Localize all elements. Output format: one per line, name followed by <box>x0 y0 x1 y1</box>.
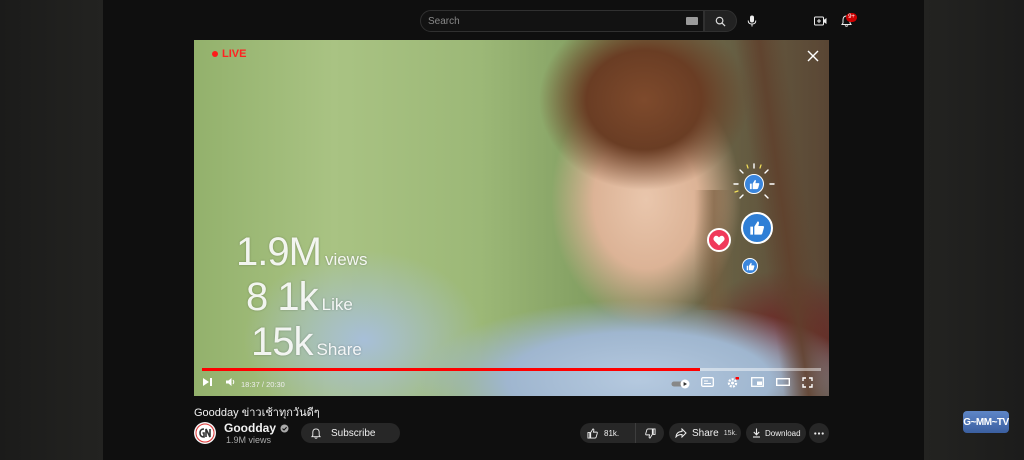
close-button[interactable] <box>805 48 821 64</box>
subscribe-button[interactable]: Subscribe <box>301 423 400 443</box>
theater-mode-icon <box>776 378 790 386</box>
shares-label: Share <box>316 340 362 359</box>
search-icon <box>715 16 726 27</box>
player-controls: 18:37 / 20:30 <box>194 374 829 396</box>
volume-icon <box>226 378 235 386</box>
channel-logo-icon <box>195 423 215 443</box>
views-stat: 1.9M views <box>236 230 367 275</box>
create-video-icon <box>813 16 826 26</box>
gmm-tv-logo: G~MM~TV <box>963 411 1009 433</box>
miniplayer-icon <box>751 377 764 387</box>
more-horizontal-icon <box>814 431 824 435</box>
thumbs-down-icon <box>644 427 656 439</box>
search-input[interactable] <box>428 13 678 29</box>
like-button[interactable]: 81k. <box>580 423 636 443</box>
search-button[interactable] <box>704 10 737 32</box>
share-button[interactable]: Share 15k. <box>669 423 741 443</box>
gmm-tv-logo-text: G~MM~TV <box>963 416 1009 428</box>
share-count: 15k. <box>723 429 737 437</box>
download-button[interactable]: Download <box>746 423 806 443</box>
likes-label: Like <box>321 295 353 314</box>
more-actions-button[interactable] <box>809 423 829 443</box>
microphone-icon <box>747 15 757 27</box>
share-label: Share <box>692 427 719 439</box>
next-button[interactable] <box>202 377 213 387</box>
share-icon <box>675 428 687 438</box>
like-reaction-icon-large <box>741 212 773 244</box>
skip-next-icon <box>203 378 212 386</box>
progress-bar[interactable] <box>202 368 821 371</box>
current-time: 18:37 <box>241 380 260 389</box>
theater-mode-button[interactable] <box>776 377 790 387</box>
views-label: views <box>324 250 368 269</box>
subtitles-icon <box>701 377 714 387</box>
channel-stat: 1.9M views <box>226 435 272 445</box>
download-label: Download <box>765 428 801 438</box>
bell-icon <box>311 427 321 439</box>
settings-button[interactable] <box>726 377 739 389</box>
channel-name-text: Goodday <box>224 421 277 435</box>
views-value: 1.9M <box>236 230 322 274</box>
time-display: 18:37 / 20:30 <box>241 380 285 389</box>
create-button[interactable] <box>810 11 830 31</box>
keyboard-icon[interactable] <box>686 17 698 25</box>
shares-stat: 15k Share <box>251 320 362 365</box>
like-count: 81k. <box>604 428 620 438</box>
video-player[interactable]: LIVE 1.9M views 8 1k Like 15k Share 18:3… <box>194 40 829 396</box>
dislike-button[interactable] <box>636 423 664 443</box>
subscribe-label: Subscribe <box>331 427 376 439</box>
video-frame-subject <box>539 40 749 190</box>
channel-name[interactable]: Goodday <box>224 421 289 435</box>
shares-value: 15k <box>251 320 313 364</box>
channel-avatar[interactable] <box>194 422 216 444</box>
miniplayer-button[interactable] <box>751 377 764 387</box>
close-icon <box>807 50 819 62</box>
volume-button[interactable] <box>225 377 236 387</box>
live-indicator: LIVE <box>212 48 246 60</box>
voice-search-button[interactable] <box>742 11 762 31</box>
likes-stat: 8 1k Like <box>246 275 353 320</box>
left-background <box>0 0 103 460</box>
duration: 20:30 <box>266 380 285 389</box>
fullscreen-icon <box>802 377 813 388</box>
video-title: Goodday ข่าวเช้าทุกวันดีๆ <box>194 407 320 419</box>
like-reaction-icon-small <box>742 258 758 274</box>
heart-reaction-icon <box>707 228 731 252</box>
like-reaction-icon <box>744 174 764 194</box>
notification-badge: 9+ <box>846 13 857 22</box>
like-dislike-group: 81k. <box>580 423 664 443</box>
fullscreen-button[interactable] <box>802 377 813 388</box>
download-icon <box>753 428 760 438</box>
live-dot-icon <box>212 51 218 57</box>
verified-icon <box>280 424 289 432</box>
subtitles-button[interactable] <box>701 377 714 387</box>
gear-icon <box>727 377 739 388</box>
live-label: LIVE <box>222 48 247 60</box>
likes-value: 8 1k <box>246 275 319 319</box>
autoplay-toggle[interactable] <box>671 379 691 389</box>
time-separator: / <box>261 380 264 389</box>
progress-bar-played <box>202 368 700 371</box>
thumbs-up-icon <box>587 427 598 439</box>
right-background <box>924 0 1024 460</box>
autoplay-toggle-icon <box>671 379 690 389</box>
